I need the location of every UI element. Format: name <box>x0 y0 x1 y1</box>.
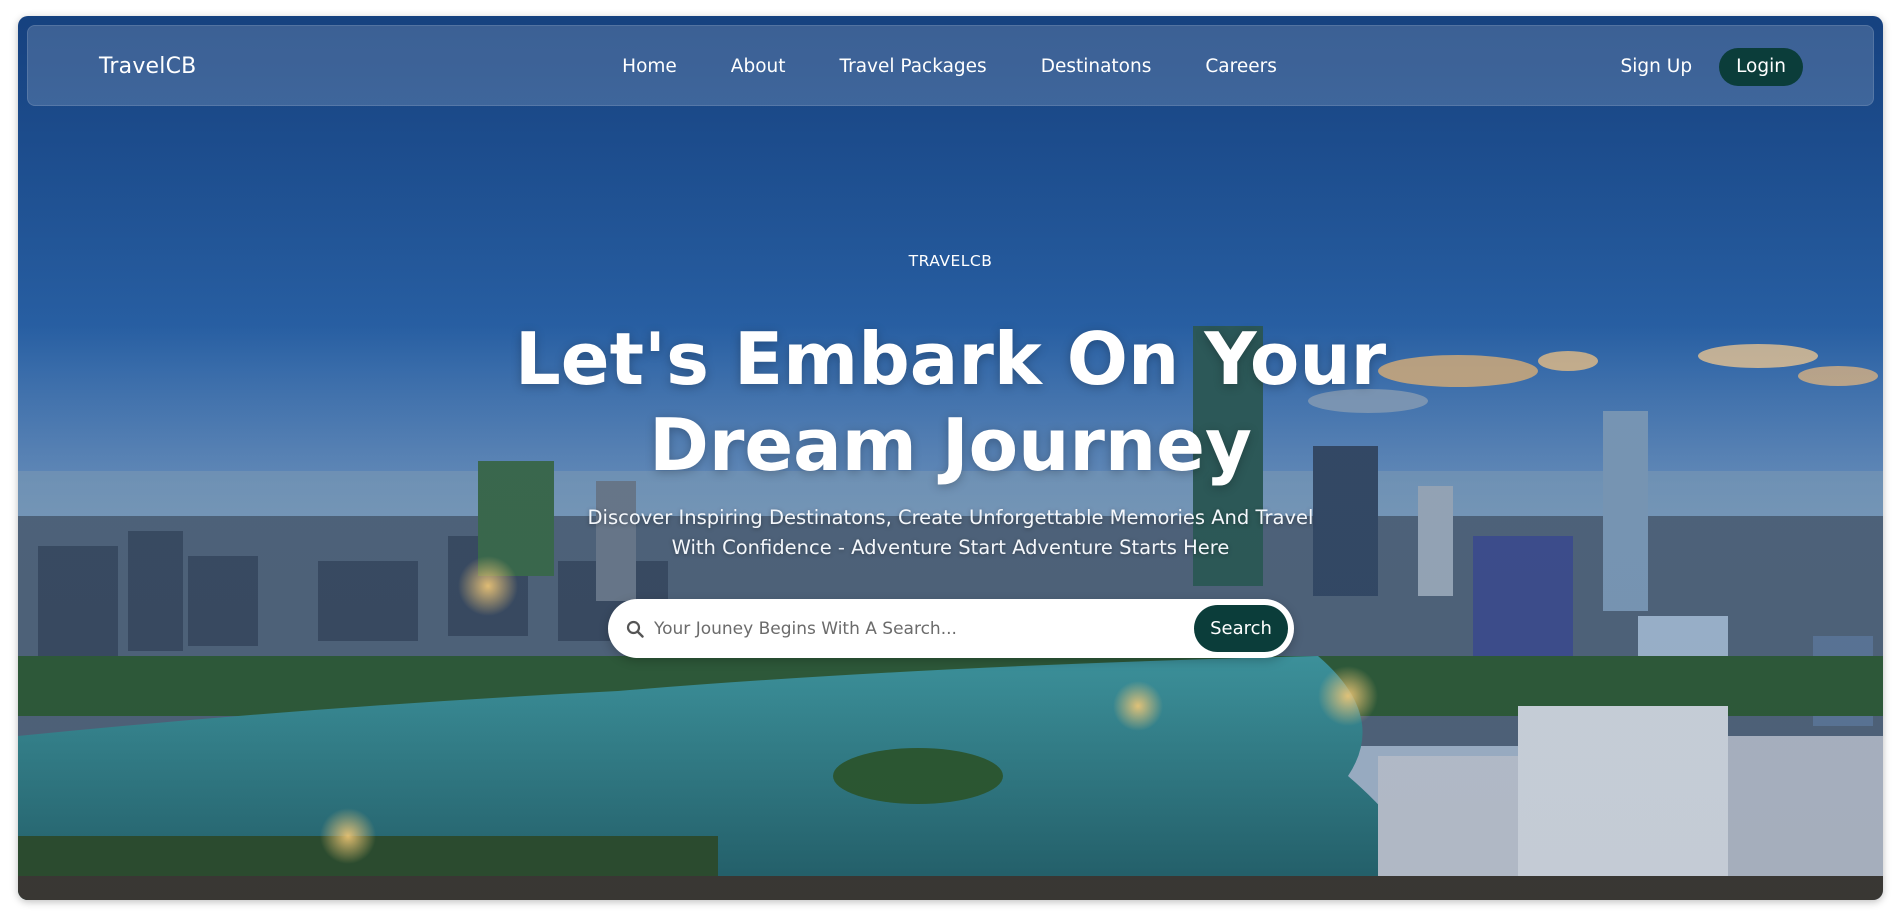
nav-link-travel-packages[interactable]: Travel Packages <box>840 56 987 77</box>
nav-link-destinations[interactable]: Destinatons <box>1041 56 1152 77</box>
search-bar: Search <box>608 599 1294 658</box>
nav-link-home[interactable]: Home <box>622 56 677 77</box>
search-icon <box>626 620 644 638</box>
hero-headline-line-2: Dream Journey <box>649 403 1252 487</box>
brand-logo[interactable]: TravelCB <box>99 26 196 107</box>
top-navbar: TravelCB Home About Travel Packages Dest… <box>27 25 1874 106</box>
sign-up-link[interactable]: Sign Up <box>1621 56 1693 77</box>
hero-subtext: Discover Inspiring Destinatons, Create U… <box>587 506 1314 559</box>
nav-link-careers[interactable]: Careers <box>1205 56 1276 77</box>
nav-links-list: Home About Travel Packages Destinatons C… <box>622 56 1277 77</box>
hero-headline: Let's Embark On Your Dream Journey <box>18 316 1883 488</box>
auth-actions: Sign Up Login <box>1621 26 1803 107</box>
search-input[interactable] <box>652 609 1176 649</box>
login-button[interactable]: Login <box>1719 47 1803 86</box>
hero-section: TravelCB Home About Travel Packages Dest… <box>18 16 1883 900</box>
nav-links: Home About Travel Packages Destinatons C… <box>28 26 1873 107</box>
nav-link-about[interactable]: About <box>731 56 786 77</box>
hero-eyebrow: TRAVELCB <box>908 252 993 270</box>
search-button[interactable]: Search <box>1194 605 1288 652</box>
hero-headline-line-1: Let's Embark On Your <box>514 317 1387 401</box>
